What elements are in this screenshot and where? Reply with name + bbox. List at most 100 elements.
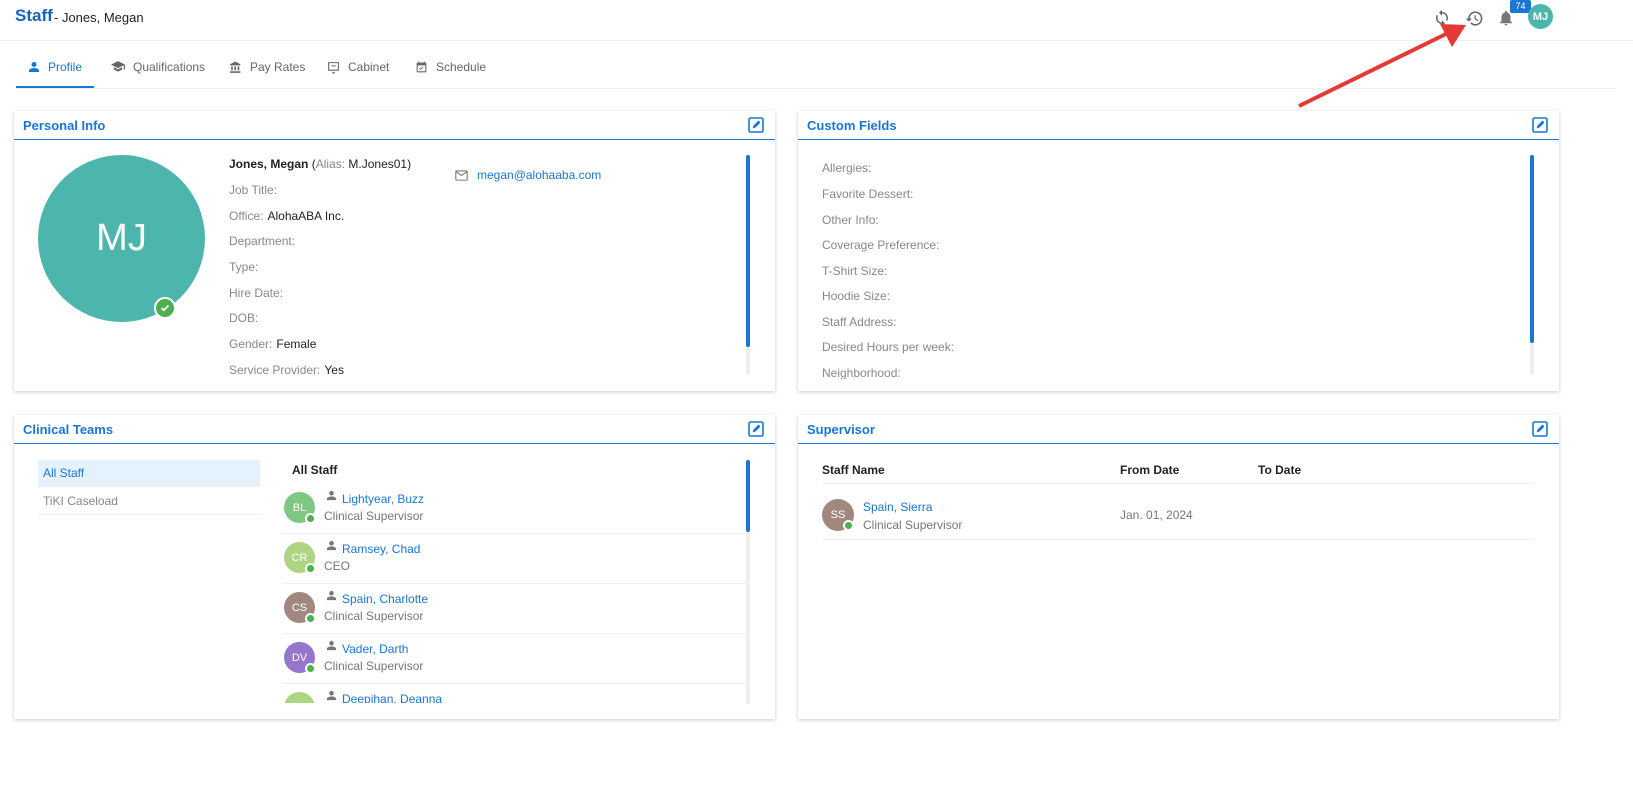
tab-label: Qualifications (133, 60, 206, 74)
field-label: Department: (229, 234, 296, 248)
edit-icon[interactable] (748, 117, 764, 133)
person-icon (28, 61, 40, 73)
office-row: Office: AlohaABA Inc. (229, 209, 344, 223)
field-label: Type: (229, 260, 259, 274)
member-role: Clinical Supervisor (324, 609, 424, 623)
hire-date-row: Hire Date: (229, 286, 287, 300)
dob-row: DOB: (229, 311, 262, 325)
member-role: Clinical Supervisor (324, 659, 424, 673)
staff-full-name: Jones, Megan (Alias: M.Jones01) (229, 157, 412, 171)
team-member-list: BL Lightyear, Buzz Clinical Supervisor C… (14, 483, 775, 703)
supervisor-from-date: Jan. 01, 2024 (1120, 508, 1193, 522)
online-status-icon (305, 513, 316, 524)
edit-icon[interactable] (748, 421, 764, 437)
team-list-header: All Staff (292, 463, 338, 477)
field-label: Service Provider: (229, 363, 321, 377)
person-icon (326, 540, 337, 551)
scrollbar[interactable] (746, 460, 750, 704)
custom-field-label: Neighborhood: (822, 366, 901, 379)
supervisor-name-link[interactable]: Spain, Sierra (863, 500, 932, 514)
column-header-to-date: To Date (1258, 463, 1302, 477)
cabinet-icon (327, 61, 340, 74)
member-name-link[interactable]: Spain, Charlotte (342, 592, 428, 606)
member-name-link[interactable]: Vader, Darth (342, 642, 408, 656)
custom-field-label: T-Shirt Size: (822, 264, 888, 278)
staff-name: Jones, Megan (229, 157, 309, 171)
card-title: Supervisor (807, 422, 875, 437)
page-title: Staff (15, 6, 53, 25)
column-header-from-date: From Date (1120, 463, 1180, 477)
list-item[interactable]: CS Spain, Charlotte Clinical Supervisor (282, 583, 747, 634)
list-item[interactable]: BL Lightyear, Buzz Clinical Supervisor (282, 483, 747, 534)
profile-avatar: MJ (38, 155, 205, 322)
custom-field-label: Favorite Dessert: (822, 187, 914, 201)
field-value: Yes (324, 363, 344, 377)
member-role: CEO (324, 559, 351, 573)
list-item[interactable]: Deepihan, Deanna (282, 683, 747, 703)
custom-field-label: Hoodie Size: (822, 289, 891, 303)
member-name-link[interactable]: Ramsey, Chad (342, 542, 420, 556)
online-status-icon (305, 563, 316, 574)
graduation-cap-icon (111, 61, 125, 73)
card-title: Custom Fields (807, 118, 897, 133)
custom-fields-card: Custom Fields Allergies: Favorite Desser… (798, 111, 1559, 391)
member-name-link[interactable]: Deepihan, Deanna (342, 692, 442, 703)
tab-profile[interactable]: Profile (16, 48, 94, 88)
divider (822, 483, 1535, 484)
card-header: Supervisor (798, 415, 1559, 444)
scrollbar-thumb[interactable] (746, 460, 750, 532)
gender-row: Gender: Female (229, 337, 316, 351)
user-avatar[interactable]: MJ (1528, 4, 1553, 29)
list-item[interactable]: DV Vader, Darth Clinical Supervisor (282, 633, 747, 684)
field-label: Hire Date: (229, 286, 284, 300)
email-text: megan@alohaaba.com (477, 168, 602, 182)
divider (822, 539, 1535, 540)
field-label: Gender: (229, 337, 273, 351)
online-status-icon (305, 613, 316, 624)
card-header: Clinical Teams (14, 415, 775, 444)
job-title-row: Job Title: (229, 183, 281, 197)
department-row: Department: (229, 234, 299, 248)
card-header: Personal Info (14, 111, 775, 140)
person-icon (326, 690, 337, 701)
tab-qualifications[interactable]: Qualifications (111, 48, 205, 86)
person-icon (326, 640, 337, 651)
bank-icon (229, 61, 242, 74)
online-status-icon (305, 663, 316, 674)
tab-cabinet[interactable]: Cabinet (327, 48, 389, 86)
alias-label: Alias: (315, 157, 346, 171)
field-label: Job Title: (229, 183, 278, 197)
card-title: Personal Info (23, 118, 106, 133)
member-name-link[interactable]: Lightyear, Buzz (342, 492, 424, 506)
tab-label: Schedule (436, 60, 487, 74)
avatar (284, 692, 315, 703)
scrollbar[interactable] (746, 155, 750, 375)
list-item[interactable]: CR Ramsey, Chad CEO (282, 533, 747, 584)
card-header: Custom Fields (798, 111, 1559, 140)
type-row: Type: (229, 260, 262, 274)
custom-fields-list: Allergies: Favorite Dessert: Other Info:… (798, 139, 1538, 379)
edit-icon[interactable] (1532, 421, 1548, 437)
tab-schedule[interactable]: Schedule (415, 48, 486, 86)
mail-icon (455, 169, 468, 181)
field-value: Female (276, 337, 317, 351)
service-provider-row: Service Provider: Yes (229, 363, 344, 377)
field-label: Office: (229, 209, 264, 223)
page-subtitle: - Jones, Megan (54, 10, 144, 25)
scrollbar-thumb[interactable] (1530, 155, 1534, 343)
scrollbar[interactable] (1530, 155, 1534, 375)
email-link[interactable]: megan@alohaaba.com (455, 168, 601, 182)
personal-info-card: Personal Info MJ Jones, Megan (Alias: M.… (14, 111, 775, 391)
tab-label: Pay Rates (250, 60, 306, 74)
annotation-arrow-icon (1298, 24, 1466, 108)
clinical-teams-card: Clinical Teams All Staff TiKI Caseload A… (14, 415, 775, 719)
alias-value: M.Jones01 (348, 157, 408, 171)
column-header-staff-name: Staff Name (822, 463, 885, 477)
custom-field-label: Allergies: (822, 161, 872, 175)
edit-icon[interactable] (1532, 117, 1548, 133)
person-icon (326, 590, 337, 601)
scrollbar-thumb[interactable] (746, 155, 750, 347)
card-title: Clinical Teams (23, 422, 114, 437)
tab-pay-rates[interactable]: Pay Rates (229, 48, 305, 86)
custom-field-label: Staff Address: (822, 315, 897, 329)
